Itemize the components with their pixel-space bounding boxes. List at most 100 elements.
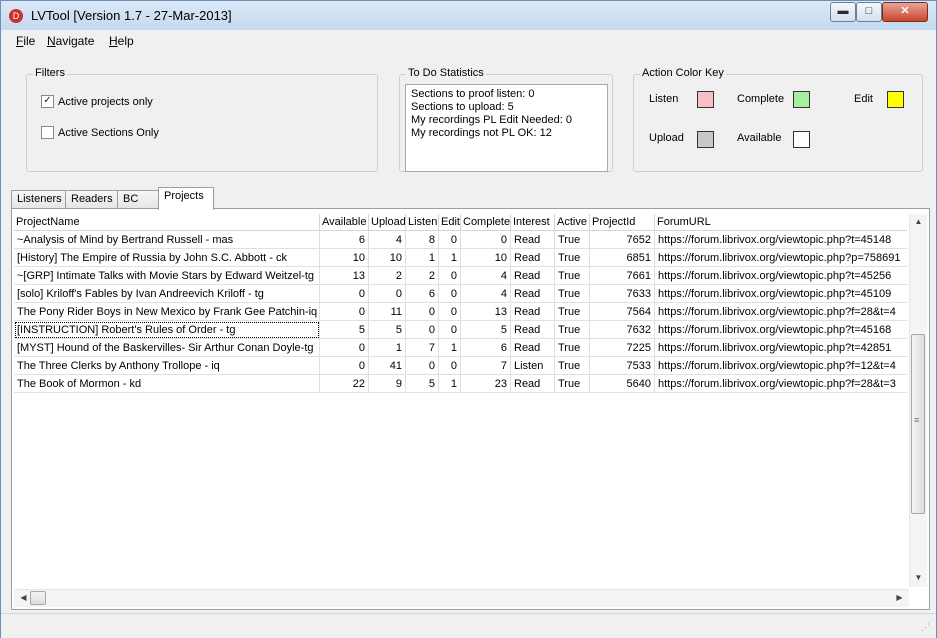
scroll-right-icon[interactable]: ▶ bbox=[892, 593, 907, 602]
checkbox-unchecked-icon[interactable] bbox=[41, 126, 54, 139]
cell-project-name[interactable]: ~Analysis of Mind by Bertrand Russell - … bbox=[14, 231, 320, 249]
column-header-interest[interactable]: Interest bbox=[511, 214, 555, 231]
cell-edit[interactable]: 0 bbox=[439, 285, 461, 303]
cell-edit[interactable]: 0 bbox=[439, 321, 461, 339]
cell-active[interactable]: True bbox=[555, 357, 590, 375]
scroll-down-icon[interactable]: ▼ bbox=[911, 573, 926, 582]
active-sections-checkbox[interactable]: Active Sections Only bbox=[41, 126, 159, 139]
cell-project-id[interactable]: 7661 bbox=[590, 267, 655, 285]
cell-complete[interactable]: 4 bbox=[461, 285, 511, 303]
table-row[interactable]: [solo] Kriloff's Fables by Ivan Andreevi… bbox=[14, 285, 907, 303]
vertical-scroll-thumb[interactable]: ≡ bbox=[911, 334, 925, 514]
tab-bc[interactable]: BC bbox=[117, 190, 159, 209]
cell-forum-url[interactable]: https://forum.librivox.org/viewtopic.php… bbox=[655, 267, 907, 285]
cell-project-name[interactable]: The Pony Rider Boys in New Mexico by Fra… bbox=[14, 303, 320, 321]
cell-project-name[interactable]: The Three Clerks by Anthony Trollope - i… bbox=[14, 357, 320, 375]
cell-project-id[interactable]: 7632 bbox=[590, 321, 655, 339]
cell-forum-url[interactable]: https://forum.librivox.org/viewtopic.php… bbox=[655, 231, 907, 249]
table-row[interactable]: The Three Clerks by Anthony Trollope - i… bbox=[14, 357, 907, 375]
cell-upload[interactable]: 0 bbox=[369, 285, 406, 303]
scroll-up-icon[interactable]: ▲ bbox=[911, 217, 926, 226]
cell-edit[interactable]: 1 bbox=[439, 375, 461, 393]
cell-project-name[interactable]: The Book of Mormon - kd bbox=[14, 375, 320, 393]
cell-forum-url[interactable]: https://forum.librivox.org/viewtopic.php… bbox=[655, 339, 907, 357]
menu-navigate[interactable]: Navigate bbox=[47, 34, 94, 48]
table-row[interactable]: The Pony Rider Boys in New Mexico by Fra… bbox=[14, 303, 907, 321]
cell-active[interactable]: True bbox=[555, 267, 590, 285]
horizontal-scroll-thumb[interactable] bbox=[30, 591, 46, 605]
column-header-project-name[interactable]: ProjectName bbox=[14, 214, 320, 231]
cell-upload[interactable]: 9 bbox=[369, 375, 406, 393]
cell-upload[interactable]: 4 bbox=[369, 231, 406, 249]
column-header-available[interactable]: Available bbox=[320, 214, 369, 231]
resize-grip-icon[interactable]: ⋰ bbox=[921, 622, 930, 633]
minimize-button[interactable]: ▬ bbox=[830, 2, 856, 22]
cell-complete[interactable]: 13 bbox=[461, 303, 511, 321]
column-header-listen[interactable]: Listen bbox=[406, 214, 439, 231]
cell-project-name[interactable]: [History] The Empire of Russia by John S… bbox=[14, 249, 320, 267]
horizontal-scrollbar[interactable]: ◀ ▶ bbox=[14, 589, 909, 607]
table-row[interactable]: [MYST] Hound of the Baskervilles- Sir Ar… bbox=[14, 339, 907, 357]
cell-edit[interactable]: 0 bbox=[439, 231, 461, 249]
cell-project-id[interactable]: 5640 bbox=[590, 375, 655, 393]
cell-edit[interactable]: 0 bbox=[439, 303, 461, 321]
scroll-left-icon[interactable]: ◀ bbox=[16, 593, 31, 602]
cell-listen[interactable]: 5 bbox=[406, 375, 439, 393]
cell-listen[interactable]: 6 bbox=[406, 285, 439, 303]
cell-upload[interactable]: 1 bbox=[369, 339, 406, 357]
cell-listen[interactable]: 0 bbox=[406, 321, 439, 339]
cell-complete[interactable]: 7 bbox=[461, 357, 511, 375]
maximize-button[interactable]: □ bbox=[856, 2, 882, 22]
cell-interest[interactable]: Read bbox=[511, 375, 555, 393]
table-row[interactable]: [INSTRUCTION] Robert's Rules of Order - … bbox=[14, 321, 907, 339]
cell-complete[interactable]: 10 bbox=[461, 249, 511, 267]
tab-listeners[interactable]: Listeners bbox=[11, 190, 67, 209]
cell-forum-url[interactable]: https://forum.librivox.org/viewtopic.php… bbox=[655, 375, 907, 393]
cell-project-id[interactable]: 7652 bbox=[590, 231, 655, 249]
cell-listen[interactable]: 2 bbox=[406, 267, 439, 285]
checkbox-checked-icon[interactable]: ✓ bbox=[41, 95, 54, 108]
cell-available[interactable]: 5 bbox=[320, 321, 369, 339]
cell-upload[interactable]: 2 bbox=[369, 267, 406, 285]
cell-project-id[interactable]: 7564 bbox=[590, 303, 655, 321]
cell-project-name[interactable]: [MYST] Hound of the Baskervilles- Sir Ar… bbox=[14, 339, 320, 357]
cell-edit[interactable]: 0 bbox=[439, 267, 461, 285]
cell-edit[interactable]: 1 bbox=[439, 339, 461, 357]
cell-available[interactable]: 0 bbox=[320, 285, 369, 303]
table-row[interactable]: ~Analysis of Mind by Bertrand Russell - … bbox=[14, 231, 907, 249]
table-row[interactable]: ~[GRP] Intimate Talks with Movie Stars b… bbox=[14, 267, 907, 285]
cell-project-id[interactable]: 7533 bbox=[590, 357, 655, 375]
cell-listen[interactable]: 8 bbox=[406, 231, 439, 249]
cell-active[interactable]: True bbox=[555, 303, 590, 321]
column-header-active[interactable]: Active bbox=[555, 214, 590, 231]
menu-file[interactable]: File bbox=[16, 34, 35, 48]
cell-edit[interactable]: 0 bbox=[439, 357, 461, 375]
column-header-edit[interactable]: Edit bbox=[439, 214, 461, 231]
cell-forum-url[interactable]: https://forum.librivox.org/viewtopic.php… bbox=[655, 249, 907, 267]
cell-forum-url[interactable]: https://forum.librivox.org/viewtopic.php… bbox=[655, 357, 907, 375]
cell-project-id[interactable]: 7633 bbox=[590, 285, 655, 303]
close-button[interactable]: ✕ bbox=[882, 2, 928, 22]
cell-available[interactable]: 13 bbox=[320, 267, 369, 285]
cell-interest[interactable]: Read bbox=[511, 321, 555, 339]
cell-project-name[interactable]: ~[GRP] Intimate Talks with Movie Stars b… bbox=[14, 267, 320, 285]
cell-active[interactable]: True bbox=[555, 375, 590, 393]
cell-upload[interactable]: 5 bbox=[369, 321, 406, 339]
cell-available[interactable]: 0 bbox=[320, 357, 369, 375]
column-header-project-id[interactable]: ProjectId bbox=[590, 214, 655, 231]
cell-active[interactable]: True bbox=[555, 285, 590, 303]
cell-available[interactable]: 0 bbox=[320, 303, 369, 321]
cell-upload[interactable]: 41 bbox=[369, 357, 406, 375]
active-projects-checkbox[interactable]: ✓ Active projects only bbox=[41, 95, 153, 108]
tab-projects[interactable]: Projects bbox=[158, 187, 214, 210]
cell-listen[interactable]: 7 bbox=[406, 339, 439, 357]
cell-interest[interactable]: Read bbox=[511, 303, 555, 321]
cell-complete[interactable]: 4 bbox=[461, 267, 511, 285]
cell-available[interactable]: 22 bbox=[320, 375, 369, 393]
cell-interest[interactable]: Read bbox=[511, 267, 555, 285]
cell-available[interactable]: 6 bbox=[320, 231, 369, 249]
column-header-complete[interactable]: Complete bbox=[461, 214, 511, 231]
cell-interest[interactable]: Read bbox=[511, 249, 555, 267]
cell-upload[interactable]: 11 bbox=[369, 303, 406, 321]
cell-complete[interactable]: 23 bbox=[461, 375, 511, 393]
